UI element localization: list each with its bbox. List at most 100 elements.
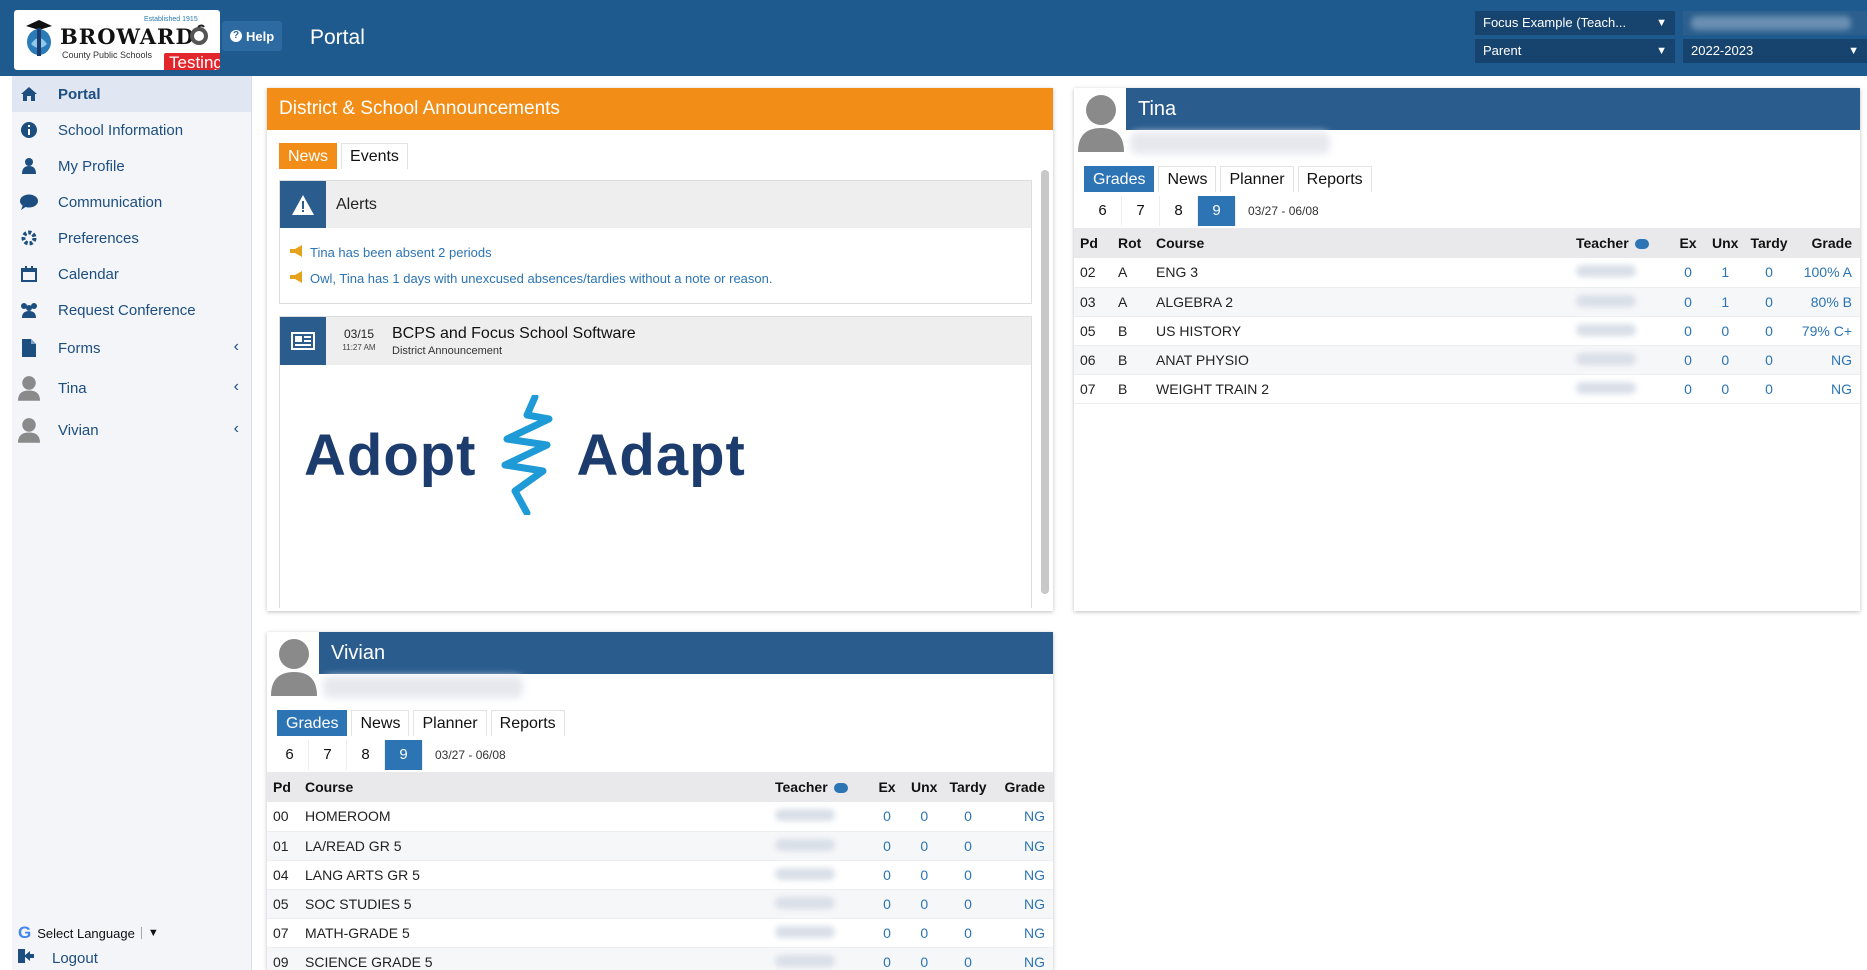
cell-ex[interactable]: 0 [1670,345,1706,375]
cell-tardy[interactable]: 0 [943,947,993,970]
tab-reports[interactable]: Reports [490,710,565,736]
marking-period-9[interactable]: 9 [385,740,423,770]
cell-grade[interactable]: NG [992,802,1053,832]
tab-grades[interactable]: Grades [1084,166,1155,192]
cell-unx[interactable]: 0 [1706,316,1745,346]
cell-grade[interactable]: NG [992,889,1053,919]
help-button[interactable]: ? Help [222,21,283,51]
column-header[interactable]: Unx [1706,228,1745,258]
student-name[interactable]: Tina [1126,88,1860,130]
marking-period-7[interactable]: 7 [1122,196,1160,226]
cell-unx[interactable]: 0 [1706,345,1745,375]
marking-period-8[interactable]: 8 [1160,196,1198,226]
cell-ex[interactable]: 0 [869,802,905,832]
sidebar-item-communication[interactable]: Communication [12,184,251,220]
column-header[interactable]: Ex [869,772,905,802]
column-header[interactable]: Course [1150,228,1570,258]
table-row[interactable]: 04 LANG ARTS GR 5 0 0 0 NG [267,860,1053,890]
cell-grade[interactable]: NG [992,947,1053,970]
tab-news[interactable]: News [1158,166,1217,192]
cell-unx[interactable]: 0 [905,802,944,832]
cell-grade[interactable]: NG [992,831,1053,861]
table-row[interactable]: 03 A ALGEBRA 2 0 1 0 80% B [1074,287,1860,317]
sidebar-item-school-information[interactable]: School Information [12,112,251,148]
sidebar-item-portal[interactable]: Portal [12,76,251,112]
column-header[interactable]: Rot [1112,228,1150,258]
cell-ex[interactable]: 0 [1670,316,1706,346]
sidebar-item-forms[interactable]: Forms ‹ [12,330,251,366]
cell-unx[interactable]: 1 [1706,258,1745,288]
cell-ex[interactable]: 0 [869,889,905,919]
table-row[interactable]: 05 SOC STUDIES 5 0 0 0 NG [267,889,1053,919]
sidebar-item-request-conference[interactable]: Request Conference [12,292,251,328]
tab-events[interactable]: Events [341,143,408,169]
cell-ex[interactable]: 0 [869,860,905,890]
column-header[interactable]: Course [299,772,769,802]
cell-grade[interactable]: 80% B [1793,287,1860,317]
cell-unx[interactable]: 0 [905,918,944,948]
cell-unx[interactable]: 0 [905,831,944,861]
language-select[interactable]: G Select Language ▼ [18,922,159,944]
cell-tardy[interactable]: 0 [1744,374,1794,404]
table-row[interactable]: 07 B WEIGHT TRAIN 2 0 0 0 NG [1074,374,1860,404]
table-row[interactable]: 06 B ANAT PHYSIO 0 0 0 NG [1074,345,1860,375]
sidebar-item-calendar[interactable]: Calendar [12,256,251,292]
column-header[interactable]: Grade [1793,228,1860,258]
column-header[interactable]: Tardy [943,772,993,802]
district-logo[interactable]: BROWARD Established 1915 County Public S… [14,10,220,70]
student-name[interactable]: Vivian [319,632,1053,674]
cell-ex[interactable]: 0 [869,918,905,948]
sidebar-item-tina[interactable]: Tina ‹ [12,370,251,406]
cell-grade[interactable]: NG [1793,345,1860,375]
table-row[interactable]: 02 A ENG 3 0 1 0 100% A [1074,258,1860,288]
cell-tardy[interactable]: 0 [943,918,993,948]
marking-period-6[interactable]: 6 [271,740,309,770]
cell-ex[interactable]: 0 [869,947,905,970]
table-row[interactable]: 07 MATH-GRADE 5 0 0 0 NG [267,918,1053,948]
table-row[interactable]: 09 SCIENCE GRADE 5 0 0 0 NG [267,947,1053,970]
cell-unx[interactable]: 0 [1706,374,1745,404]
cell-grade[interactable]: 79% C+ [1793,316,1860,346]
logout-link[interactable]: Logout [18,946,98,970]
cell-grade[interactable]: NG [992,860,1053,890]
cell-tardy[interactable]: 0 [1744,345,1794,375]
cell-grade[interactable]: NG [992,918,1053,948]
table-row[interactable]: 01 LA/READ GR 5 0 0 0 NG [267,831,1053,861]
announcements-scrollbar[interactable] [1041,170,1049,594]
column-header[interactable]: Ex [1670,228,1706,258]
cell-grade[interactable]: 100% A [1793,258,1860,288]
chevron-left-icon[interactable]: ‹ [234,338,239,356]
sidebar-item-my-profile[interactable]: My Profile [12,148,251,184]
tab-news[interactable]: News [279,143,338,169]
sidebar-item-vivian[interactable]: Vivian ‹ [12,412,251,448]
alert-item[interactable]: Tina has been absent 2 periods [290,245,492,260]
news-card[interactable]: 03/15 11:27 AM BCPS and Focus School Sof… [279,316,1032,608]
tab-planner[interactable]: Planner [1220,166,1294,192]
chevron-left-icon[interactable]: ‹ [234,378,239,396]
cell-ex[interactable]: 0 [1670,374,1706,404]
tab-grades[interactable]: Grades [277,710,348,736]
role-select[interactable]: Parent ▼ [1475,39,1675,63]
cell-ex[interactable]: 0 [1670,287,1706,317]
cell-tardy[interactable]: 0 [1744,287,1794,317]
alert-item[interactable]: Owl, Tina has 1 days with unexcused abse… [290,271,772,286]
column-header[interactable]: Pd [1074,228,1112,258]
marking-period-8[interactable]: 8 [347,740,385,770]
cell-unx[interactable]: 0 [905,947,944,970]
column-header-teacher[interactable]: Teacher [1570,228,1670,258]
tab-planner[interactable]: Planner [413,710,487,736]
table-row[interactable]: 05 B US HISTORY 0 0 0 79% C+ [1074,316,1860,346]
marking-period-6[interactable]: 6 [1084,196,1122,226]
cell-grade[interactable]: NG [1793,374,1860,404]
column-header[interactable]: Pd [267,772,299,802]
tab-reports[interactable]: Reports [1297,166,1372,192]
chevron-left-icon[interactable]: ‹ [234,420,239,438]
cell-unx[interactable]: 1 [1706,287,1745,317]
school-select[interactable]: Focus Example (Teach... ▼ [1475,11,1675,35]
column-header[interactable]: Unx [905,772,944,802]
cell-ex[interactable]: 0 [869,831,905,861]
marking-period-9[interactable]: 9 [1198,196,1236,226]
cell-tardy[interactable]: 0 [943,889,993,919]
marking-period-7[interactable]: 7 [309,740,347,770]
year-select[interactable]: 2022-2023 ▼ [1683,39,1867,63]
